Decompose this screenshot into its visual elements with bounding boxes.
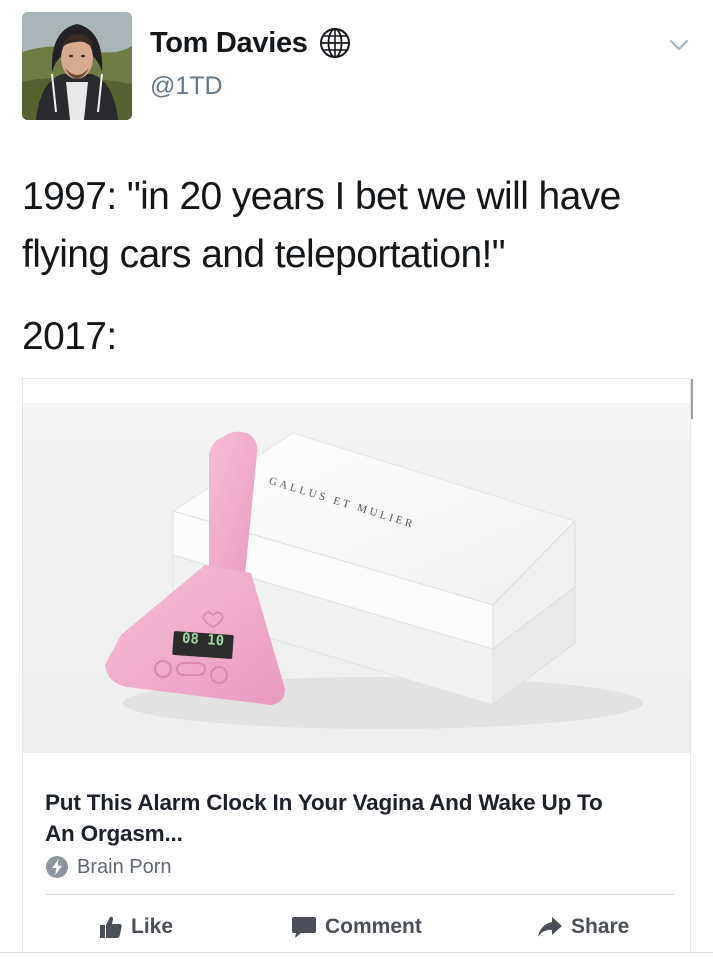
avatar[interactable] [22, 12, 132, 120]
share-button[interactable]: Share [537, 915, 629, 939]
share-arrow-icon [538, 917, 562, 937]
card-source[interactable]: Brain Porn [45, 855, 172, 879]
chevron-down-icon[interactable] [668, 34, 690, 56]
action-bar: Like Comment Share [23, 915, 690, 947]
divider [0, 952, 713, 953]
like-label: Like [131, 915, 174, 938]
lightning-bolt-icon [45, 855, 69, 879]
tweet-line: 1997: "in 20 years I bet we will have [22, 175, 621, 218]
globe-icon [318, 26, 352, 60]
comment-icon [292, 917, 316, 938]
scrollbar[interactable] [691, 379, 693, 419]
like-button[interactable]: Like [99, 915, 173, 939]
divider [45, 894, 675, 895]
tweet-line: 2017: [22, 315, 117, 358]
tweet-line: flying cars and teleportation!" [22, 233, 506, 276]
tweet-header: Tom Davies @1TD [22, 12, 692, 122]
user-handle[interactable]: @1TD [150, 72, 223, 101]
comment-label: Comment [325, 915, 422, 938]
thumbs-up-icon [100, 916, 122, 938]
link-preview-card[interactable]: GALLUS ET MULIER 08 10 Put This Alarm Cl… [22, 378, 693, 953]
card-title[interactable]: Put This Alarm Clock In Your Vagina And … [45, 787, 675, 849]
source-name: Brain Porn [77, 855, 172, 878]
share-label: Share [571, 915, 630, 938]
name-row: Tom Davies [150, 26, 352, 60]
display-name[interactable]: Tom Davies [150, 27, 308, 60]
comment-button[interactable]: Comment [291, 915, 422, 939]
card-title-line: An Orgasm... [45, 821, 183, 846]
card-image[interactable]: GALLUS ET MULIER 08 10 [23, 403, 690, 753]
tweet-text: 1997: "in 20 years I bet we will have fl… [22, 168, 692, 366]
card-title-line: Put This Alarm Clock In Your Vagina And … [45, 790, 603, 815]
